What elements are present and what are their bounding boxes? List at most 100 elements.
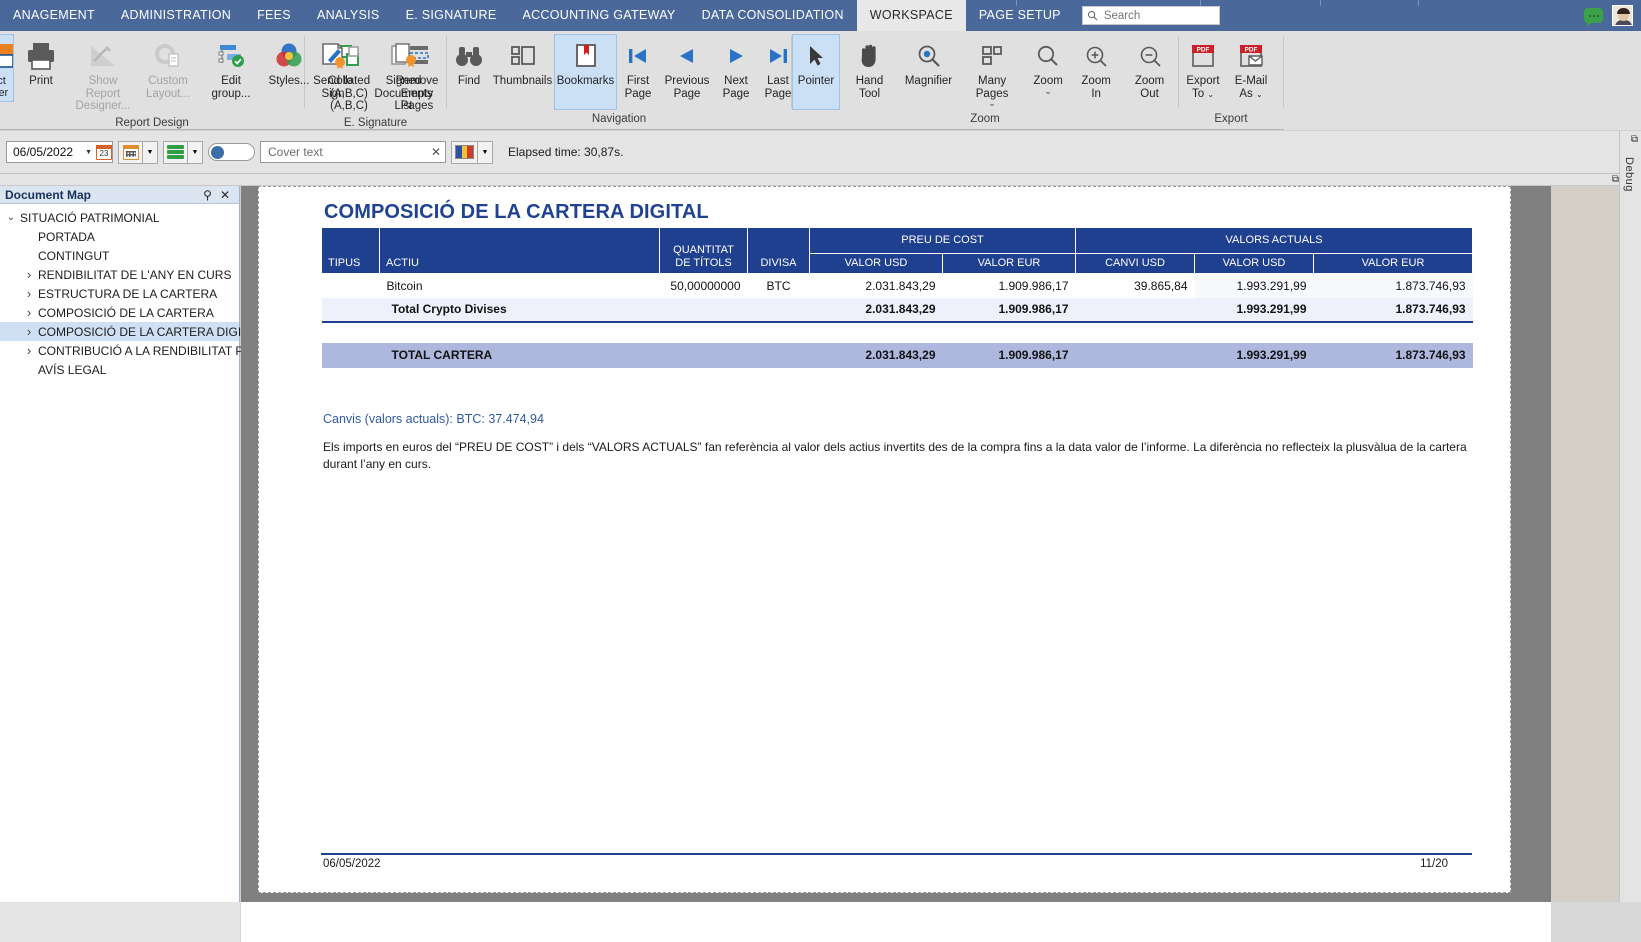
document-map-item[interactable]: › ESTRUCTURA DE LA CARTERA bbox=[0, 284, 239, 303]
date-picker[interactable]: 06/05/2022 ▼ 23 bbox=[6, 141, 113, 163]
search-input[interactable] bbox=[1101, 8, 1212, 23]
cover-toggle[interactable] bbox=[208, 143, 255, 161]
cell-actual-eur: 1.873.746,93 bbox=[1313, 342, 1473, 368]
magnifier-button[interactable]: Magnifier bbox=[899, 34, 958, 91]
first-page-button[interactable]: First Page bbox=[617, 34, 659, 103]
top-menu-item-data-consolidation[interactable]: DATA CONSOLIDATION bbox=[689, 0, 857, 31]
topbar-right-controls bbox=[1584, 5, 1641, 27]
pointer-button[interactable]: Pointer bbox=[792, 34, 840, 110]
magnifier-icon bbox=[915, 39, 943, 72]
chevron-down-icon[interactable]: ▼ bbox=[143, 140, 158, 164]
calendar-button[interactable] bbox=[118, 140, 143, 164]
document-map-item[interactable]: PORTADA bbox=[0, 227, 239, 246]
chevron-down-icon[interactable]: ▼ bbox=[81, 149, 96, 156]
ribbon-group-label-export: Export bbox=[1214, 113, 1248, 125]
cell-quantitat: 50,00000000 bbox=[659, 273, 748, 298]
document-map-item[interactable]: CONTINGUT bbox=[0, 246, 239, 265]
cell-actual-usd: 1.993.291,99 bbox=[1194, 297, 1314, 323]
col-quantitat: QUANTITAT DE TÍTOLS bbox=[659, 227, 748, 274]
document-viewer[interactable]: COMPOSICIÓ DE LA CARTERA DIGITAL TIPUS A… bbox=[241, 186, 1551, 902]
document-map-item[interactable]: › COMPOSICIÓ DE LA CARTERA DIGITAL bbox=[0, 322, 262, 341]
zoom-out-button[interactable]: Zoom Out bbox=[1121, 34, 1178, 103]
document-map-item[interactable]: AVÍS LEGAL bbox=[0, 360, 239, 379]
ribbon-group-export: PDF Export To ⌄ PDF E-Mail As ⌄ Export bbox=[1179, 31, 1283, 130]
cell-cost-usd: 2.031.843,29 bbox=[809, 342, 943, 368]
thumbnails-button[interactable]: Thumbnails bbox=[491, 34, 554, 91]
document-map-item-label: RENDIBILITAT DE L'ANY EN CURS bbox=[38, 267, 232, 282]
zoom-in-button[interactable]: Zoom In bbox=[1071, 34, 1121, 103]
export-to-button[interactable]: PDF Export To ⌄ bbox=[1179, 34, 1227, 104]
many-pages-button[interactable]: Many Pages ⌄ bbox=[958, 34, 1026, 110]
page-scroll-area[interactable]: COMPOSICIÓ DE LA CARTERA DIGITAL TIPUS A… bbox=[241, 186, 1551, 902]
document-map-item[interactable]: › CONTRIBUCIÓ A LA RENDIBILITAT PER... bbox=[0, 341, 270, 360]
top-menu-item-accounting-gateway[interactable]: ACCOUNTING GATEWAY bbox=[509, 0, 688, 31]
document-map-item[interactable]: ⌄ SITUACIÓ PATRIMONIAL bbox=[0, 208, 239, 227]
chevron-down-icon[interactable]: ⌄ bbox=[2, 212, 20, 223]
chevron-down-icon[interactable]: ▼ bbox=[188, 140, 203, 164]
chevron-right-icon[interactable]: › bbox=[20, 286, 38, 301]
bookmarks-label: Bookmarks bbox=[556, 75, 615, 87]
table-row[interactable]: Total Crypto Divises 2.031.843,29 1.909.98… bbox=[321, 297, 1473, 323]
edit-group-button[interactable]: Edit group... bbox=[198, 34, 264, 103]
search-box[interactable] bbox=[1081, 6, 1220, 25]
user-avatar[interactable] bbox=[1612, 5, 1633, 26]
cell-cost-eur: 1.909.986,17 bbox=[942, 273, 1076, 298]
cell-actiu: Bitcoin bbox=[379, 273, 660, 298]
chevron-right-icon[interactable]: › bbox=[20, 343, 38, 358]
cell-cost-usd: 2.031.843,29 bbox=[809, 297, 943, 323]
chevron-down-icon[interactable]: ⌄ bbox=[1044, 86, 1052, 95]
calendar-split-button[interactable]: ▼ bbox=[118, 140, 158, 164]
find-button[interactable]: Find bbox=[447, 34, 491, 91]
zoom-level-button[interactable]: Zoom ⌄ bbox=[1026, 34, 1070, 98]
chevron-right-icon[interactable]: › bbox=[20, 267, 38, 282]
chat-bubble-icon[interactable] bbox=[1584, 8, 1603, 27]
select-printer-button[interactable]: ctrer bbox=[0, 34, 14, 102]
printer-icon bbox=[25, 39, 57, 72]
layers-split-button[interactable]: ▼ bbox=[163, 140, 203, 164]
cover-text-input[interactable]: Cover text ✕ bbox=[260, 141, 446, 163]
cell-tipus bbox=[321, 297, 380, 323]
signed-documents-list-button[interactable]: Signed Documents List bbox=[361, 34, 446, 116]
close-icon[interactable]: ✕ bbox=[216, 189, 234, 201]
top-menu-item-anagement[interactable]: ANAGEMENT bbox=[0, 0, 108, 31]
next-page-button[interactable]: Next Page bbox=[715, 34, 757, 103]
layers-button[interactable] bbox=[163, 140, 188, 164]
restore-icon[interactable]: ⧉ bbox=[1631, 134, 1638, 145]
document-map-item[interactable]: › RENDIBILITAT DE L'ANY EN CURS bbox=[0, 265, 239, 284]
last-page-label: Last Page bbox=[764, 75, 792, 100]
top-menu-item-administration[interactable]: ADMINISTRATION bbox=[108, 0, 244, 31]
footer-page-number: 11/20 bbox=[1420, 858, 1448, 870]
pin-icon[interactable]: ⚲ bbox=[199, 189, 216, 201]
restore-icon[interactable]: ⧉ bbox=[1612, 174, 1619, 185]
layers-icon bbox=[167, 145, 184, 159]
page-title: COMPOSICIÓ DE LA CARTERA DIGITAL bbox=[324, 201, 709, 223]
top-menu-item-fees[interactable]: FEES bbox=[244, 0, 304, 31]
chevron-right-icon[interactable]: › bbox=[20, 324, 38, 339]
email-as-button[interactable]: PDF E-Mail As ⌄ bbox=[1227, 34, 1275, 104]
table-row[interactable]: TOTAL CARTERA 2.031.843,29 1.909.986,17 1.9… bbox=[321, 342, 1473, 368]
top-menu-item-analysis[interactable]: ANALYSIS bbox=[304, 0, 393, 31]
previous-page-button[interactable]: Previous Page bbox=[659, 34, 715, 103]
hand-tool-button[interactable]: Hand Tool bbox=[840, 34, 899, 103]
chevron-right-icon[interactable]: › bbox=[20, 305, 38, 320]
send-to-sign-button[interactable]: Send to Sign bbox=[305, 34, 361, 103]
chevron-down-icon[interactable]: ⌄ bbox=[988, 99, 996, 108]
print-button[interactable]: Print bbox=[15, 34, 67, 91]
document-map-item-label: COMPOSICIÓ DE LA CARTERA bbox=[38, 305, 214, 320]
table-row[interactable]: Bitcoin 50,00000000 BTC 2.031.843,29 1.909.9… bbox=[321, 273, 1473, 298]
exchange-rate-note[interactable]: Canvis (valors actuals): BTC: 37.474,94 bbox=[323, 412, 544, 426]
top-menu-item-workspace[interactable]: WORKSPACE bbox=[856, 0, 966, 31]
col-actual-valor-usd: VALOR USD bbox=[1194, 253, 1315, 274]
chevron-down-icon[interactable]: ▼ bbox=[478, 140, 493, 164]
calendar-23-icon[interactable]: 23 bbox=[96, 144, 112, 160]
top-menu-item-e-signature[interactable]: E. SIGNATURE bbox=[393, 0, 510, 31]
close-icon[interactable]: ✕ bbox=[431, 145, 441, 159]
debug-tab[interactable]: Debug bbox=[1623, 157, 1635, 192]
top-menu-item-page-setup[interactable]: PAGE SETUP bbox=[966, 0, 1074, 31]
language-button[interactable] bbox=[451, 140, 478, 164]
show-report-designer-button[interactable]: Show Report Designer... bbox=[67, 34, 139, 116]
language-split-button[interactable]: ▼ bbox=[451, 140, 493, 164]
document-map-item[interactable]: › COMPOSICIÓ DE LA CARTERA bbox=[0, 303, 239, 322]
custom-layout-button[interactable]: Custom Layout... bbox=[139, 34, 197, 103]
bookmarks-button[interactable]: Bookmarks bbox=[554, 34, 617, 110]
